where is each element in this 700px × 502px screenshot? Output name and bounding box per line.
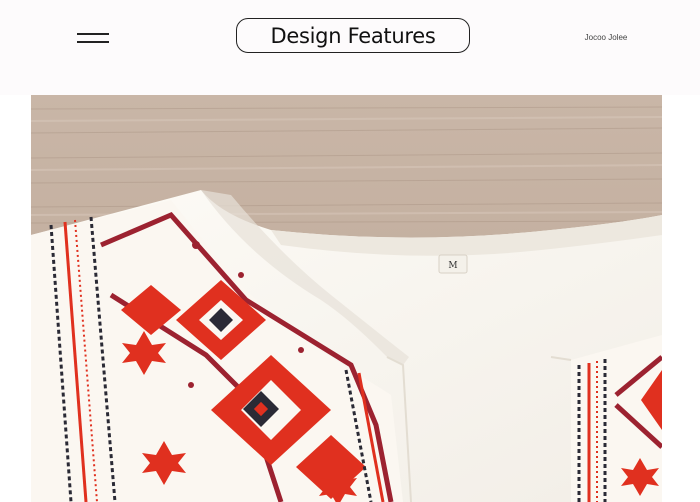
size-tag: M bbox=[448, 261, 457, 271]
hamburger-menu-icon[interactable] bbox=[77, 33, 109, 44]
brand-name: Jocoo Jolee bbox=[584, 33, 628, 42]
title-badge: Design Features bbox=[236, 18, 470, 53]
page-title: Design Features bbox=[270, 23, 436, 48]
header-bar: Design Features Jocoo Jolee bbox=[0, 0, 700, 95]
product-photo: M bbox=[31, 95, 662, 502]
